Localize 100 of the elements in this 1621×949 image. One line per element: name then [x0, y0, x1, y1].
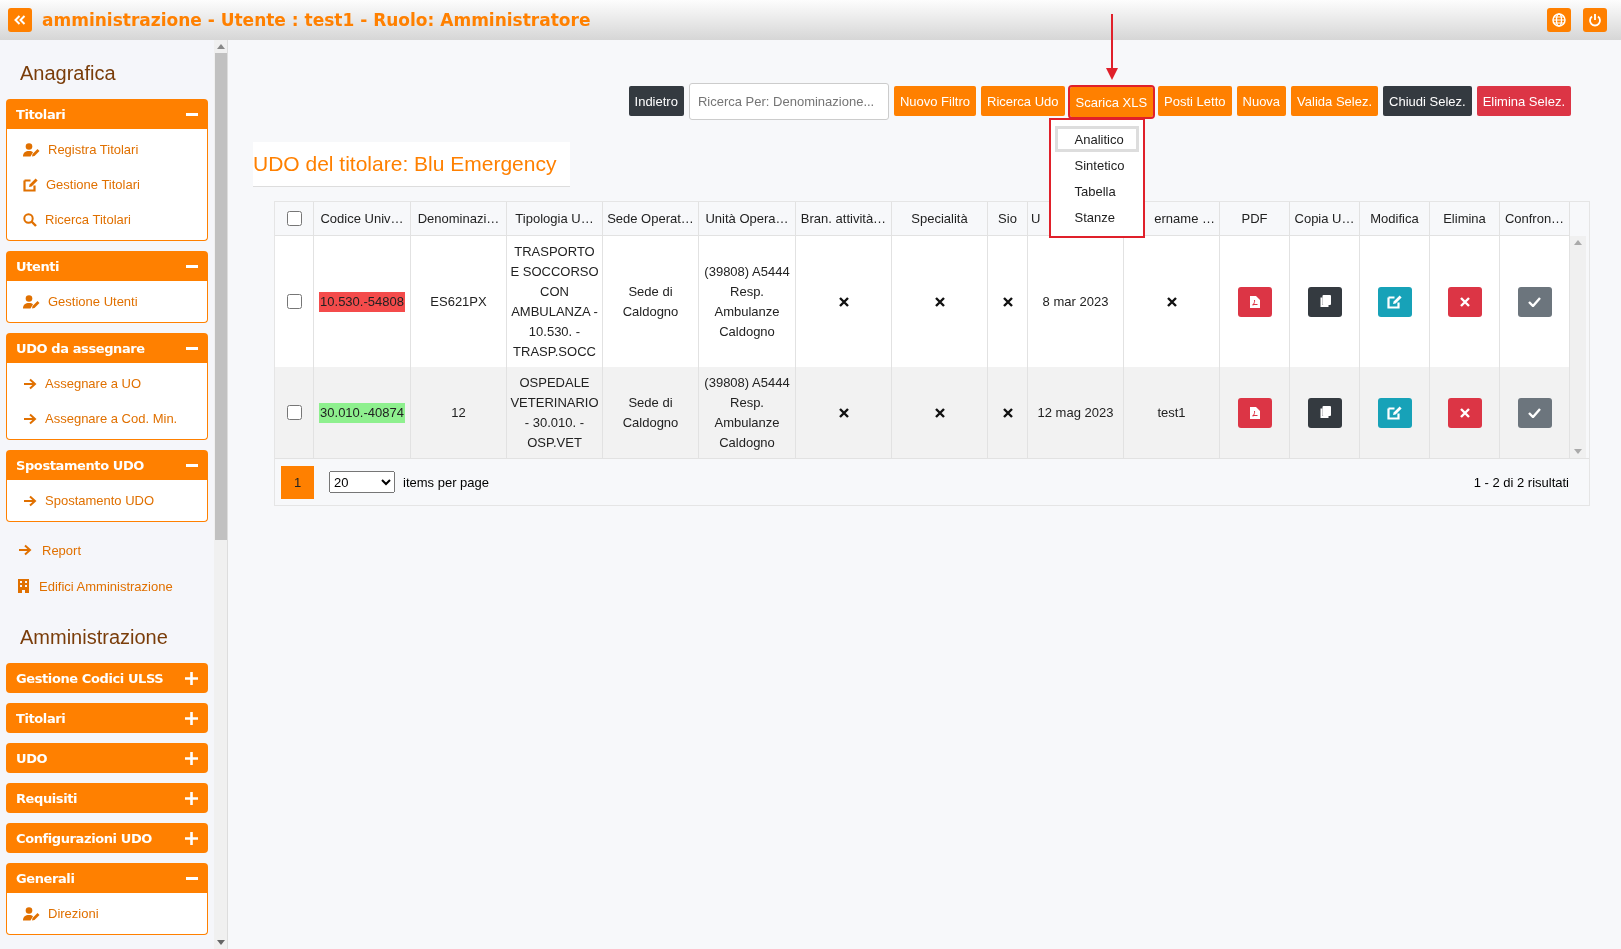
- arrow-right-icon: [23, 412, 37, 425]
- row-checkbox[interactable]: [286, 294, 302, 309]
- group-header[interactable]: UDO: [6, 743, 208, 773]
- close-icon: [1459, 407, 1470, 418]
- arrow-right-icon: [23, 494, 37, 507]
- check-button[interactable]: [1517, 397, 1552, 428]
- toolbar-button[interactable]: Valida Selez.: [1291, 86, 1378, 116]
- pdf-button[interactable]: [1237, 286, 1272, 317]
- pdf-file-icon: [1249, 406, 1260, 419]
- search-field[interactable]: Ricerca Per: Denominazione...: [688, 83, 889, 120]
- sidebar-link[interactable]: Report: [6, 532, 208, 568]
- copy-icon: [1318, 295, 1331, 308]
- group-header[interactable]: Requisiti: [6, 783, 208, 813]
- sidebar-item[interactable]: Assegnare a Cod. Min.: [7, 401, 207, 436]
- page-title: UDO del titolare: Blu Emergency: [253, 152, 557, 175]
- copy-button[interactable]: [1307, 397, 1342, 428]
- item-label: Gestione Titolari: [46, 177, 140, 192]
- group-header[interactable]: Titolari: [6, 99, 208, 129]
- group-header[interactable]: Configurazioni UDO: [6, 823, 208, 853]
- item-label: Direzioni: [48, 906, 99, 921]
- edit-button[interactable]: [1377, 286, 1412, 317]
- sidebar-item[interactable]: Ricerca Titolari: [7, 202, 207, 237]
- toolbar-button[interactable]: Elimina Selez.: [1476, 86, 1571, 116]
- check-icon: [1528, 407, 1541, 418]
- search-icon: [23, 212, 37, 227]
- table-cell-text: 12 mag 2023: [1037, 403, 1114, 422]
- building-icon: [18, 579, 29, 593]
- toolbar-button[interactable]: Nuova: [1236, 86, 1287, 116]
- table-cell-text: 12: [451, 403, 466, 422]
- globe-button[interactable]: [1547, 8, 1571, 32]
- delete-button[interactable]: [1447, 286, 1482, 317]
- group-header[interactable]: Generali: [6, 863, 208, 893]
- sidebar-link[interactable]: Edifici Amministrazione: [6, 568, 208, 604]
- copy-icon: [1318, 406, 1331, 419]
- scrollbar[interactable]: [214, 40, 228, 949]
- power-button[interactable]: [1583, 8, 1607, 32]
- plus-icon: [185, 751, 198, 765]
- per-page-select[interactable]: 20: [329, 471, 395, 493]
- cross-icon: [838, 407, 849, 418]
- page-button[interactable]: 1: [281, 465, 314, 499]
- edit-button[interactable]: [1377, 397, 1412, 428]
- cross-icon: [934, 296, 945, 307]
- menu-item[interactable]: Analitico: [1054, 126, 1139, 152]
- select-all-checkbox[interactable]: [286, 211, 302, 226]
- link-label: Report: [42, 542, 82, 558]
- delete-button[interactable]: [1447, 397, 1482, 428]
- per-page-label: items per page: [403, 474, 489, 490]
- group-header[interactable]: Spostamento UDO: [6, 450, 208, 480]
- group-header[interactable]: UDO da assegnare: [6, 333, 208, 363]
- power-icon: [1588, 13, 1602, 27]
- cross-icon: [1002, 296, 1013, 307]
- menu-item[interactable]: Sintetico: [1054, 152, 1139, 178]
- double-chevron-left-icon: [14, 15, 26, 25]
- sidebar-item[interactable]: Assegnare a UO: [7, 366, 207, 401]
- edit-icon: [1387, 405, 1402, 420]
- group-header[interactable]: Utenti: [6, 251, 208, 281]
- scroll-down-icon: [1574, 449, 1582, 454]
- sidebar-item[interactable]: Registra Titolari: [7, 132, 207, 167]
- toolbar-button[interactable]: Ricerca Udo: [981, 86, 1065, 116]
- copy-button[interactable]: [1307, 286, 1342, 317]
- table-cell-text: test1: [1157, 403, 1186, 422]
- arrow-right-icon: [23, 377, 37, 390]
- code-cell: 10.530.-54808: [319, 291, 405, 312]
- close-icon: [1459, 296, 1470, 307]
- pdf-button[interactable]: [1237, 397, 1272, 428]
- cross-icon: [934, 407, 945, 418]
- toolbar-button[interactable]: Nuovo Filtro: [893, 86, 976, 116]
- check-icon: [1528, 296, 1541, 307]
- table-scrollbar[interactable]: [1570, 236, 1586, 458]
- results-summary: 1 - 2 di 2 risultati: [1473, 474, 1569, 490]
- row-checkbox[interactable]: [286, 405, 302, 420]
- section-heading: Anagrafica: [19, 61, 117, 86]
- user-edit-icon: [23, 142, 40, 157]
- toolbar-button[interactable]: Posti Letto: [1158, 86, 1232, 116]
- item-label: Registra Titolari: [48, 142, 139, 157]
- table-cell-text: OSPEDALE VETERINARIO - 30.010. - OSP.VET: [510, 373, 599, 452]
- menu-item[interactable]: Tabella: [1054, 178, 1139, 204]
- plus-icon: [185, 711, 198, 725]
- item-label: Spostamento UDO: [45, 493, 155, 508]
- minus-icon: [186, 346, 198, 350]
- cross-icon: [1166, 296, 1177, 307]
- arrow-right-icon: [18, 544, 32, 556]
- toolbar-button[interactable]: Chiudi Selez.: [1383, 86, 1472, 116]
- annotation-arrow: [1105, 14, 1118, 80]
- sidebar-item[interactable]: Gestione Titolari: [7, 167, 207, 202]
- collapse-button[interactable]: [8, 8, 32, 32]
- cross-icon: [1002, 407, 1013, 418]
- table-cell-text: Sede di Caldogno: [621, 282, 680, 321]
- check-button[interactable]: [1517, 286, 1552, 317]
- toolbar-button[interactable]: Scarica XLS: [1069, 87, 1154, 117]
- group-header[interactable]: Gestione Codici ULSS: [6, 663, 208, 693]
- back-button[interactable]: Indietro: [628, 86, 684, 116]
- item-label: Ricerca Titolari: [45, 212, 131, 227]
- edit-icon: [23, 177, 38, 192]
- plus-icon: [185, 671, 198, 685]
- minus-icon: [186, 264, 198, 268]
- table-cell-text: (39808) A5444 Resp. Ambulanze Caldogno: [703, 373, 791, 452]
- group-header[interactable]: Titolari: [6, 703, 208, 733]
- item-label: Gestione Utenti: [48, 294, 138, 309]
- app-title: amministrazione - Utente : test1 - Ruolo: Amministratore: [42, 10, 592, 30]
